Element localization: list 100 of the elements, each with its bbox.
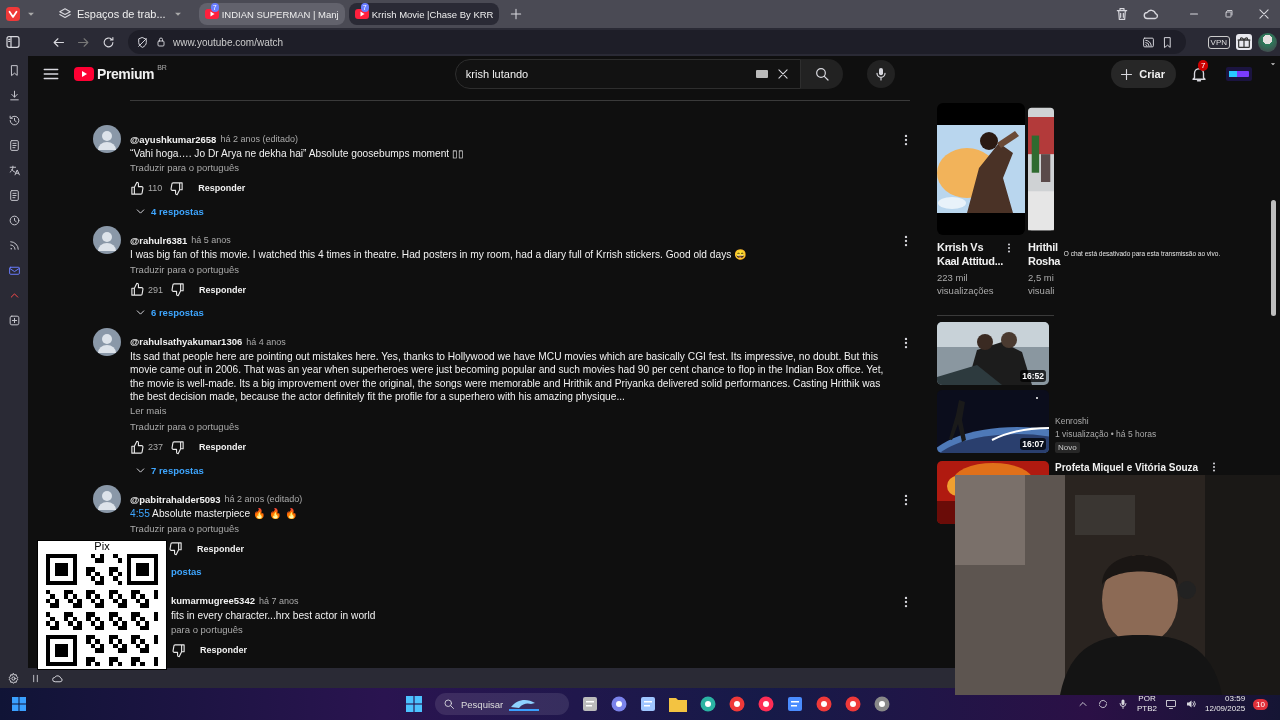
comment-text: I was big fan of this movie. I watched this 4 times in theatre. Had posters in my room, had a diary full of Krrish stickers. Good old days 😄 bbox=[130, 248, 748, 262]
reply-button[interactable]: Responder bbox=[190, 180, 254, 197]
video-meta: 1 visualização • há 5 horas bbox=[1055, 429, 1157, 440]
youtube-logo[interactable]: Premium bbox=[74, 66, 155, 82]
vpn-button[interactable]: VPN bbox=[1207, 35, 1230, 49]
microphone-button[interactable] bbox=[866, 60, 895, 88]
mail-icon[interactable] bbox=[7, 264, 21, 277]
start-icon[interactable] bbox=[12, 697, 26, 711]
reply-button[interactable]: Responder bbox=[191, 281, 255, 298]
short-title[interactable]: Hrithil Rosha bbox=[1028, 240, 1061, 268]
keyboard-icon[interactable] bbox=[755, 70, 768, 78]
comment-text: 4:55 Absolute masterpiece 🔥 🔥 🔥 bbox=[130, 507, 298, 521]
layers-icon bbox=[58, 7, 72, 21]
avatar[interactable] bbox=[93, 125, 121, 153]
search-field[interactable]: krish lutando bbox=[454, 59, 801, 89]
pause-icon[interactable] bbox=[30, 672, 41, 684]
profile-avatar[interactable] bbox=[1258, 32, 1277, 52]
restore-icon[interactable] bbox=[1223, 8, 1235, 20]
volume-icon[interactable] bbox=[1185, 698, 1198, 710]
translate-link[interactable]: Traduzir para o português bbox=[130, 419, 239, 436]
create-button[interactable]: Criar bbox=[1111, 60, 1176, 88]
translate-link[interactable]: Traduzir para o português bbox=[130, 261, 239, 278]
thumbs-up-icon[interactable] bbox=[130, 282, 145, 298]
translate-link[interactable]: Traduzir para o português bbox=[130, 520, 239, 537]
search-icon bbox=[443, 698, 455, 710]
search-field[interactable]: Pesquisar bbox=[435, 693, 569, 715]
comment-author[interactable]: @pabitrahalder5093 bbox=[130, 493, 221, 505]
comment-text: Its sad that people here are pointing out mistakes here. Yes, thanks to Hollywood we have MCU movies which are basically CGI fest. Its impressive, no doubt. But this movie came out in 2006. That was an year when superheroes were just becoming popular and such movies had 90 per cent chance to flop in the Indian Box office. Yet, the movie is well-made. Its a big improvement over the original, the songs were memorable and Hrithik and Priyanka delivered solid performances. Casting Hrithik was the best decision made, because the actor definitely fit the profile for a superhero with his amazing physique... bbox=[130, 349, 885, 404]
replies-toggle[interactable]: 6 respostas bbox=[130, 301, 204, 324]
view-count: 223 mil visualizações bbox=[937, 271, 995, 297]
close-icon[interactable] bbox=[1257, 7, 1271, 21]
feed-icon[interactable] bbox=[7, 239, 21, 252]
like-count: 110 bbox=[148, 183, 163, 194]
comment-author[interactable]: @rahulr6381 bbox=[130, 234, 188, 246]
replies-toggle[interactable]: 7 respostas bbox=[130, 459, 204, 482]
cast-icon[interactable] bbox=[1141, 35, 1155, 49]
avatar[interactable] bbox=[93, 226, 121, 255]
comment-age: há 2 anos (editado) bbox=[224, 494, 303, 505]
notifications-icon[interactable] bbox=[1190, 65, 1208, 83]
address-field[interactable]: www.youtube.com/watch bbox=[128, 30, 1186, 54]
scrollbar[interactable] bbox=[1271, 200, 1276, 316]
timestamp-link[interactable]: 4:55 bbox=[130, 508, 150, 520]
duration-label: 16:52 bbox=[1020, 370, 1046, 382]
comment-author[interactable]: kumarmugree5342 bbox=[171, 595, 255, 607]
read-more-link[interactable]: Ler mais bbox=[130, 403, 167, 420]
reply-button[interactable]: Responder bbox=[192, 642, 255, 659]
thumbs-down-icon[interactable] bbox=[170, 439, 186, 455]
notification-badge[interactable]: 10 bbox=[1253, 698, 1268, 710]
comment-age: há 2 anos (editado) bbox=[220, 134, 298, 144]
thumbs-up-icon[interactable] bbox=[130, 439, 145, 455]
channel-name[interactable]: Kenroshi bbox=[1055, 416, 1089, 427]
clear-icon[interactable] bbox=[775, 67, 790, 81]
replies-toggle[interactable]: postas bbox=[171, 560, 202, 583]
thumbs-down-icon[interactable] bbox=[168, 541, 183, 557]
replies-toggle[interactable]: 4 respostas bbox=[130, 200, 204, 223]
reply-button[interactable]: Responder bbox=[189, 540, 252, 557]
translate-icon[interactable] bbox=[7, 164, 21, 177]
clock[interactable]: 03:59 12/09/2025 bbox=[1205, 694, 1246, 714]
trash-icon[interactable] bbox=[1114, 6, 1130, 22]
comment-author[interactable]: @ayushkumar2658 bbox=[130, 133, 217, 145]
clock-icon[interactable] bbox=[7, 214, 21, 227]
search-button[interactable] bbox=[800, 59, 843, 89]
avatar[interactable] bbox=[93, 327, 121, 356]
notes-icon[interactable] bbox=[7, 139, 21, 152]
play-logo-icon bbox=[74, 67, 94, 81]
comment-author[interactable]: @rahulsathyakumar1306 bbox=[130, 336, 243, 348]
start-icon[interactable] bbox=[406, 696, 422, 712]
folder-icon[interactable] bbox=[669, 696, 687, 712]
search-icon bbox=[813, 66, 830, 82]
avatar[interactable] bbox=[93, 485, 121, 514]
channel-avatar[interactable] bbox=[1226, 67, 1252, 81]
download-icon[interactable] bbox=[7, 89, 21, 102]
thumbs-down-icon[interactable] bbox=[170, 282, 186, 298]
view-count: 2,5 mi visuali bbox=[1028, 271, 1056, 297]
reload-icon[interactable] bbox=[101, 34, 116, 50]
reply-button[interactable]: Responder bbox=[191, 439, 255, 456]
like-count: 237 bbox=[148, 442, 164, 453]
video-title[interactable]: Profeta Miquel e Vitória Souza bbox=[1055, 461, 1199, 473]
gift-icon[interactable] bbox=[1236, 34, 1252, 50]
microphone-icon[interactable] bbox=[1117, 698, 1130, 710]
translate-link[interactable]: Traduzir para o português bbox=[130, 160, 239, 177]
new-tab-icon[interactable] bbox=[509, 7, 524, 21]
thumbs-up-icon[interactable] bbox=[130, 180, 145, 196]
video-favicon-icon bbox=[354, 9, 369, 19]
panel-toggle-icon[interactable] bbox=[5, 34, 21, 50]
language-indicator[interactable]: POR PTB2 bbox=[1137, 694, 1158, 714]
settings-icon[interactable] bbox=[7, 671, 20, 685]
workspace-menu[interactable]: Espaços de trab... bbox=[42, 7, 191, 21]
short-title[interactable]: Krrish Vs Kaal Attitud... bbox=[937, 240, 1003, 268]
reading-icon[interactable] bbox=[7, 189, 21, 202]
thumbs-down-icon[interactable] bbox=[169, 180, 185, 196]
thumbs-down-icon[interactable] bbox=[171, 642, 186, 658]
shield-icon bbox=[136, 35, 149, 49]
add-panel-icon[interactable] bbox=[7, 314, 21, 327]
translate-link[interactable]: para o português bbox=[171, 622, 243, 639]
lock-icon bbox=[155, 36, 167, 48]
plus-icon bbox=[1119, 66, 1135, 82]
history-icon[interactable] bbox=[7, 114, 21, 127]
qr-code[interactable] bbox=[46, 554, 158, 666]
display-icon[interactable] bbox=[1165, 698, 1178, 710]
